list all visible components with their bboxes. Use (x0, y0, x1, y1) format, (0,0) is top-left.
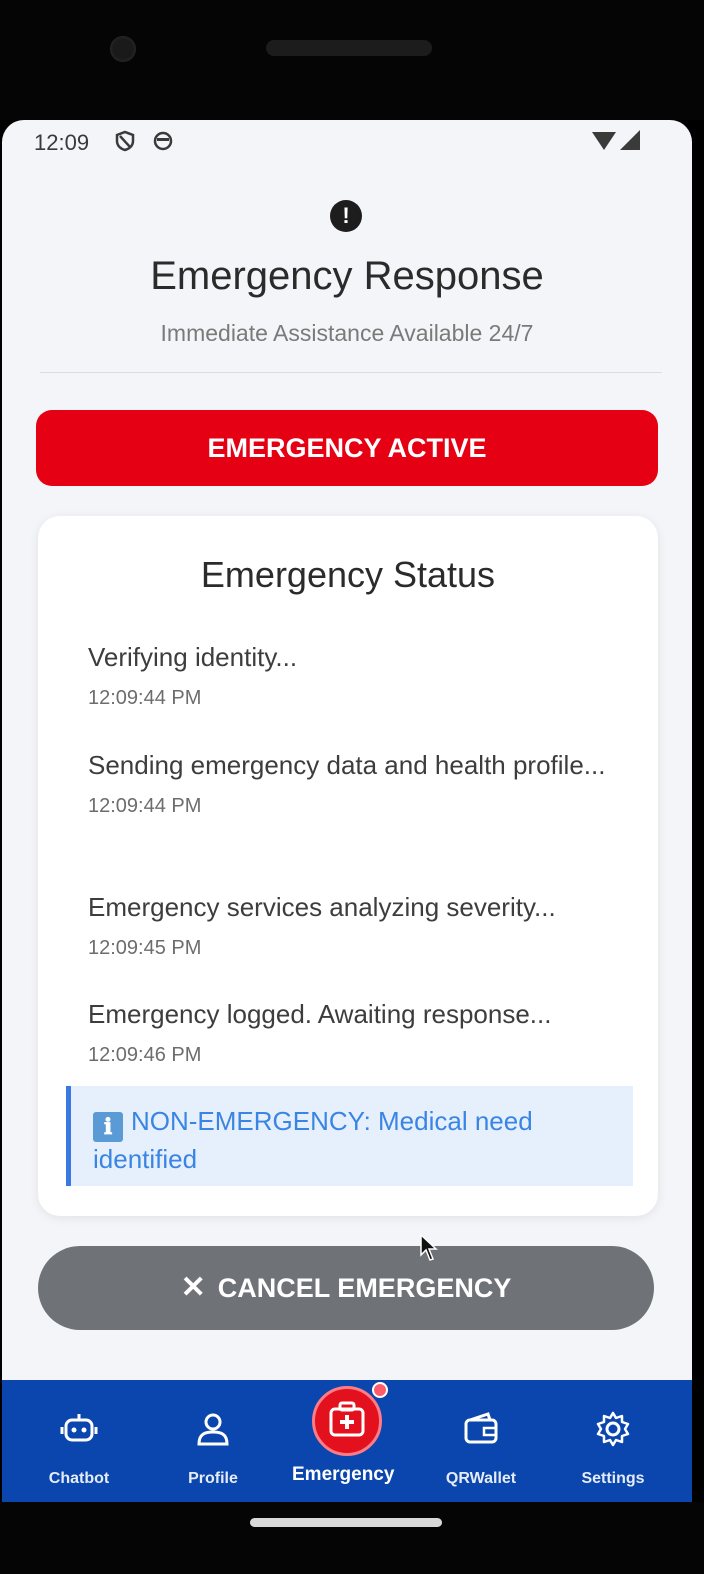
person-icon (197, 1413, 229, 1446)
medical-kit-icon (329, 1401, 365, 1437)
card-title: Emergency Status (200, 554, 496, 595)
bottom-navigation: Chatbot Profile Emergency QRWallet Setti… (2, 1380, 692, 1502)
status-step: Verifying identity... 12:09:44 PM (88, 640, 628, 710)
phone-bottom-bezel (0, 1502, 704, 1574)
info-text: NON-EMERGENCY: Medical need identified (93, 1106, 533, 1174)
status-bar: 12:09 (2, 120, 692, 164)
status-step: Emergency logged. Awaiting response... 1… (88, 997, 628, 1067)
step-text: Sending emergency data and health profil… (88, 750, 606, 780)
emergency-nav-button[interactable] (312, 1386, 382, 1456)
nav-item-chatbot[interactable]: Chatbot (24, 1380, 134, 1502)
header-divider (40, 372, 662, 373)
status-step: Emergency services analyzing severity...… (88, 890, 628, 960)
nav-label: Chatbot (48, 1470, 110, 1487)
page-title: Emergency Response (150, 254, 544, 298)
notification-dot (372, 1382, 388, 1398)
step-text: Emergency logged. Awaiting response... (88, 999, 552, 1029)
nav-label: Settings (581, 1470, 645, 1487)
emergency-active-banner: EMERGENCY ACTIVE (36, 410, 658, 486)
nav-item-emergency[interactable]: Emergency (292, 1374, 402, 1502)
nav-label: Profile (188, 1470, 238, 1487)
step-timestamp: 12:09:46 PM (88, 1044, 202, 1066)
nav-item-qrwallet[interactable]: QRWallet (426, 1380, 536, 1502)
nav-label: Emergency (292, 1464, 395, 1485)
status-time: 12:09 (34, 130, 90, 155)
phone-top-bezel (0, 0, 704, 120)
step-timestamp: 12:09:44 PM (88, 687, 202, 709)
emergency-status-card: Emergency Status Verifying identity... 1… (38, 516, 658, 1216)
cancel-label: CANCEL EMERGENCY (217, 1273, 512, 1303)
assessment-info-box: ℹ NON-EMERGENCY: Medical need identified (66, 1086, 633, 1186)
step-timestamp: 12:09:45 PM (88, 937, 202, 959)
wallet-icon (464, 1412, 498, 1444)
alert-icon: ! (330, 200, 362, 232)
nav-label: QRWallet (445, 1470, 517, 1487)
home-indicator[interactable] (250, 1518, 442, 1527)
close-icon: ✕ (180, 1271, 206, 1304)
shield-icon (115, 130, 135, 152)
wifi-icon (592, 132, 616, 150)
nav-item-profile[interactable]: Profile (158, 1380, 268, 1502)
gear-icon (596, 1411, 630, 1447)
status-step: Sending emergency data and health profil… (88, 748, 628, 818)
front-camera (110, 36, 136, 62)
step-text: Verifying identity... (88, 642, 298, 672)
sync-icon (153, 131, 173, 151)
earpiece-speaker (266, 40, 432, 56)
app-screen: 12:09 ! Emergency Response Immediate Ass… (2, 120, 692, 1502)
page-subtitle: Immediate Assistance Available 24/7 (160, 320, 534, 346)
info-message: ℹ NON-EMERGENCY: Medical need identified (93, 1104, 623, 1177)
step-text: Emergency services analyzing severity... (88, 892, 556, 922)
mouse-cursor-icon (420, 1234, 438, 1261)
step-timestamp: 12:09:44 PM (88, 795, 202, 817)
info-icon: ℹ (93, 1112, 123, 1142)
cancel-emergency-button[interactable]: ✕ CANCEL EMERGENCY (38, 1246, 654, 1330)
signal-icon (620, 130, 640, 150)
robot-icon (60, 1414, 98, 1442)
nav-item-settings[interactable]: Settings (558, 1380, 668, 1502)
